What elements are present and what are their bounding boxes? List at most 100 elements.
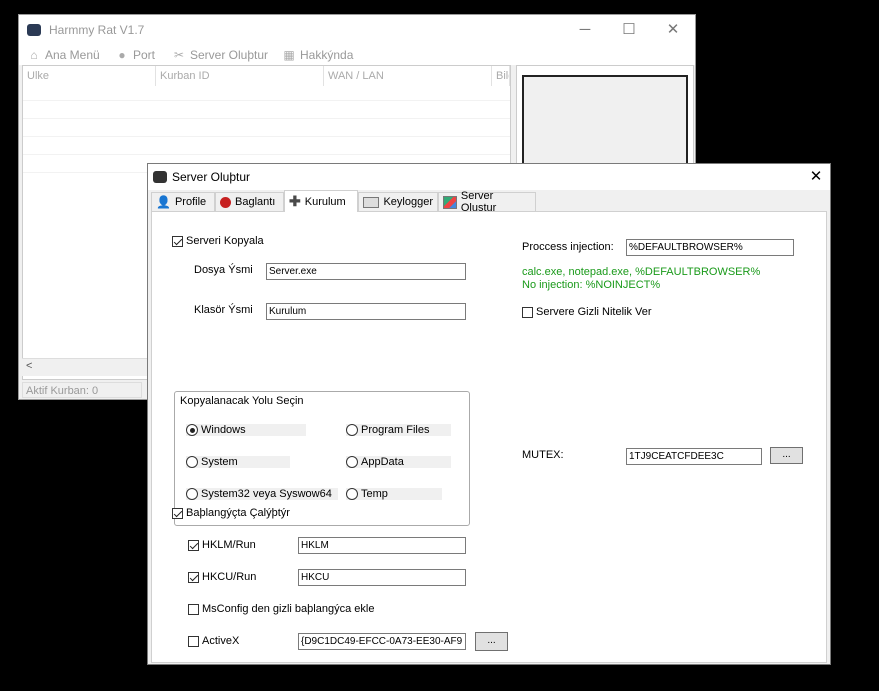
radio-button[interactable] <box>346 456 358 468</box>
hkcu-checkbox[interactable]: HKCU/Run <box>188 571 256 583</box>
globe-icon: ● <box>118 48 126 62</box>
serveri-kopyala-label: Serveri Kopyala <box>186 235 264 247</box>
dialog-titlebar[interactable]: Server Oluþtur ✕ <box>148 164 830 190</box>
hkcu-label: HKCU/Run <box>202 571 257 583</box>
checkbox-box[interactable] <box>522 306 533 318</box>
klasor-ismi-input[interactable]: Kurulum <box>266 303 466 320</box>
activex-input[interactable]: {D9C1DC49-EFCC-0A73-EE30-AF9 <box>298 633 466 650</box>
radio-button[interactable] <box>186 424 198 436</box>
radio-system[interactable]: System <box>186 456 290 468</box>
activex-label: ActiveX <box>202 635 240 647</box>
tools-icon: ✂ <box>173 48 185 62</box>
scroll-left-icon[interactable]: < <box>26 360 32 372</box>
hklm-input[interactable]: HKLM <box>298 537 466 554</box>
injection-hint-noinject: No injection: %NOINJECT% <box>522 279 661 291</box>
tab-label: Kurulum <box>304 195 346 208</box>
list-row <box>23 104 510 119</box>
column-header-kurban-id[interactable]: Kurban ID <box>156 66 324 86</box>
process-injection-label: Proccess injection: <box>522 241 614 253</box>
plus-icon: ✚ <box>289 193 301 209</box>
checkbox-box[interactable] <box>188 539 199 551</box>
radio-temp[interactable]: Temp <box>346 488 442 500</box>
mutex-label: MUTEX: <box>522 449 564 461</box>
radio-windows[interactable]: Windows <box>186 424 306 436</box>
menu-bar: ⌂ Ana Menü ● Port ✂ Server Oluþtur ▦ Hak… <box>19 45 695 65</box>
radio-program-files[interactable]: Program Files <box>346 424 451 436</box>
tab-profile[interactable]: 👤 Profile <box>151 192 215 211</box>
radio-button[interactable] <box>346 488 358 500</box>
radio-button[interactable] <box>346 424 358 436</box>
hklm-label: HKLM/Run <box>202 539 256 551</box>
dialog-close-button[interactable]: ✕ <box>806 167 826 187</box>
tab-label: Baglantı <box>235 196 276 208</box>
radio-button[interactable] <box>186 456 198 468</box>
maximize-button[interactable]: ☐ <box>607 15 651 45</box>
mutex-generate-button[interactable]: ... <box>770 447 803 464</box>
server-olustur-dialog: Server Oluþtur ✕ 👤 Profile Baglantı ✚ Ku… <box>147 163 831 665</box>
tab-label: Keylogger <box>383 196 433 208</box>
dialog-title: Server Oluþtur <box>172 170 251 184</box>
radio-label: System32 veya Syswow64 <box>201 488 332 500</box>
radio-system32[interactable]: System32 veya Syswow64 <box>186 488 338 500</box>
radio-label: Temp <box>361 488 388 500</box>
tab-server-olustur[interactable]: Server Oluştur <box>438 190 536 214</box>
tab-label: Profile <box>174 196 207 208</box>
checkbox-box[interactable] <box>188 603 199 615</box>
checkbox-box[interactable] <box>172 507 183 519</box>
hklm-checkbox[interactable]: HKLM/Run <box>188 539 256 551</box>
close-button[interactable]: ✕ <box>651 15 695 45</box>
tab-keylogger[interactable]: Keylogger <box>358 192 438 211</box>
kurulum-panel: Serveri Kopyala Dosya Ýsmi Server.exe Kl… <box>151 211 827 663</box>
tab-kurulum[interactable]: ✚ Kurulum <box>284 190 358 212</box>
list-row <box>23 122 510 137</box>
dosya-ismi-label: Dosya Ýsmi <box>194 264 253 276</box>
dosya-ismi-input[interactable]: Server.exe <box>266 263 466 280</box>
user-icon: 👤 <box>156 195 171 209</box>
startup-checkbox[interactable]: Baþlangýçta Çalýþtýr <box>172 507 290 519</box>
radio-appdata[interactable]: AppData <box>346 456 451 468</box>
list-row <box>23 86 510 101</box>
column-header-ulke[interactable]: Ulke <box>23 66 156 86</box>
main-titlebar[interactable]: Harmmy Rat V1.7 ─ ☐ ✕ <box>19 15 695 45</box>
main-window-title: Harmmy Rat V1.7 <box>49 23 145 37</box>
dialog-icon <box>153 171 167 183</box>
radio-label: Windows <box>201 424 246 436</box>
checkbox-box[interactable] <box>172 235 183 247</box>
activex-generate-button[interactable]: ... <box>475 632 508 651</box>
column-header-wan-lan[interactable]: WAN / LAN <box>324 66 492 86</box>
serveri-kopyala-checkbox[interactable]: Serveri Kopyala <box>172 235 264 247</box>
mutex-input[interactable]: 1TJ9CEATCFDEE3C <box>626 448 762 465</box>
menu-item-port[interactable]: ● Port <box>115 47 155 63</box>
startup-label: Baþlangýçta Çalýþtýr <box>186 507 290 519</box>
checkbox-box[interactable] <box>188 635 199 647</box>
activex-checkbox[interactable]: ActiveX <box>188 635 239 647</box>
keyboard-icon <box>363 196 380 208</box>
hidden-attribute-checkbox[interactable]: Servere Gizli Nitelik Ver <box>522 306 652 318</box>
menu-label: Hakkýnda <box>300 48 354 62</box>
hkcu-input[interactable]: HKCU <box>298 569 466 586</box>
copy-path-group-title: Kopyalanacak Yolu Seçin <box>178 395 306 407</box>
msconfig-checkbox[interactable]: MsConfig den gizli baþlangýca ekle <box>188 603 374 615</box>
msconfig-label: MsConfig den gizli baþlangýca ekle <box>202 603 375 615</box>
radio-label: Program Files <box>361 424 430 436</box>
menu-label: Ana Menü <box>45 48 100 62</box>
preview-frame <box>522 75 688 175</box>
checkbox-box[interactable] <box>188 571 199 583</box>
radio-label: System <box>201 456 238 468</box>
tab-baglanti[interactable]: Baglantı <box>215 192 284 211</box>
menu-label: Server Oluþtur <box>190 48 269 62</box>
home-icon: ⌂ <box>30 48 38 62</box>
injection-hint-targets: calc.exe, notepad.exe, %DEFAULTBROWSER% <box>522 266 761 278</box>
minimize-button[interactable]: ─ <box>563 15 607 45</box>
menu-item-hakkinda[interactable]: ▦ Hakkýnda <box>282 47 353 63</box>
hidden-attribute-label: Servere Gizli Nitelik Ver <box>536 306 652 318</box>
info-icon: ▦ <box>283 48 295 62</box>
process-injection-input[interactable]: %DEFAULTBROWSER% <box>626 239 794 256</box>
app-icon <box>27 24 41 36</box>
menu-item-server-olustur[interactable]: ✂ Server Oluþtur <box>172 47 268 63</box>
column-header-bilg[interactable]: Bilg <box>492 66 510 86</box>
menu-item-ana-menu[interactable]: ⌂ Ana Menü <box>27 47 100 63</box>
radio-button[interactable] <box>186 488 198 500</box>
radio-label: AppData <box>361 456 404 468</box>
list-row <box>23 140 510 155</box>
